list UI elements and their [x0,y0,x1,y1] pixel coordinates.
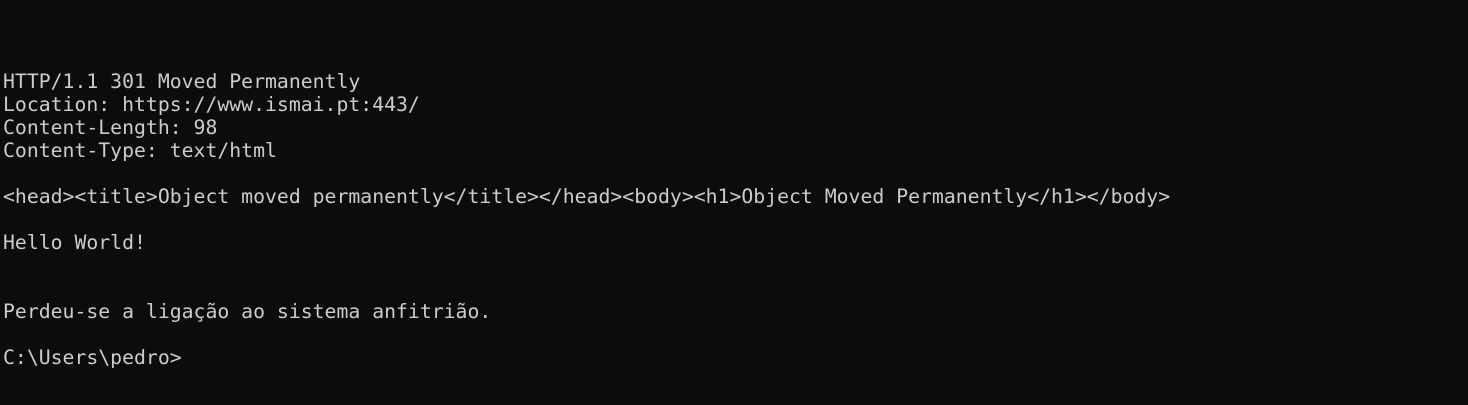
content-type-header-line: Content-Type: text/html [3,139,277,162]
content-length-header-line: Content-Length: 98 [3,116,218,139]
prompt-path: C:\Users\pedro> [3,346,182,369]
hello-world-line: Hello World! [3,231,146,254]
terminal-window[interactable]: HTTP/1.1 301 Moved Permanently Location:… [0,0,1468,405]
command-prompt[interactable]: C:\Users\pedro> [3,346,1468,369]
connection-lost-message: Perdeu-se a ligação ao sistema anfitrião… [3,300,492,323]
response-body-line: <head><title>Object moved permanently</t… [3,185,1171,208]
http-status-line: HTTP/1.1 301 Moved Permanently [3,70,361,93]
location-header-line: Location: https://www.ismai.pt:443/ [3,93,420,116]
